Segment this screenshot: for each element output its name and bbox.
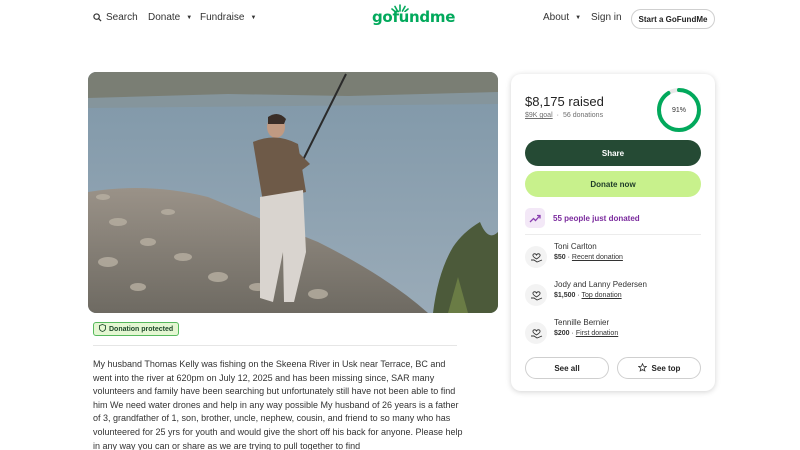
amount-raised-suffix: raised <box>568 94 604 109</box>
start-gofundme-button[interactable]: Start a GoFundMe <box>631 9 715 29</box>
amount-raised: $8,175 raised <box>525 94 604 109</box>
recent-activity-text: 55 people just donated <box>553 213 640 223</box>
search-icon <box>93 13 102 22</box>
donor-tag[interactable]: Recent donation <box>572 254 623 261</box>
heart-hand-icon <box>525 284 547 306</box>
donor-meta: $1,500 · Top donation <box>554 292 622 299</box>
donation-protected-badge: Donation protected <box>93 322 180 336</box>
protected-label: Donation protected <box>109 325 174 333</box>
see-top-label: See top <box>651 363 681 373</box>
amount-raised-value: $8,175 <box>525 94 565 109</box>
donor-amount: $50 <box>554 254 566 261</box>
site-header: Search Donate ▼ Fundraise ▼ gofundme Abo… <box>0 0 800 38</box>
campaign-story: My husband Thomas Kelly was fishing on t… <box>93 359 463 450</box>
about-menu-label: About <box>543 12 570 23</box>
donor-item: Toni Carlton $50 · Recent donation <box>525 242 623 268</box>
trending-up-icon <box>525 208 545 228</box>
share-button[interactable]: Share <box>525 140 701 166</box>
donor-tag[interactable]: First donation <box>576 330 618 337</box>
shield-icon <box>99 324 106 334</box>
star-icon <box>637 362 647 374</box>
campaign-hero-image <box>88 72 498 313</box>
donor-item: Tennille Bernier $200 · First donation <box>525 318 618 344</box>
search-link[interactable]: Search <box>93 12 138 23</box>
donor-tag[interactable]: Top donation <box>582 292 622 299</box>
see-top-button[interactable]: See top <box>617 357 701 379</box>
heart-hand-icon <box>525 322 547 344</box>
donate-menu-label: Donate <box>148 12 181 23</box>
donor-amount: $1,500 <box>554 292 576 299</box>
gofundme-logo[interactable]: gofundme <box>372 8 455 26</box>
donor-name: Toni Carlton <box>554 242 597 251</box>
donor-amount: $200 <box>554 330 570 337</box>
donor-meta: $200 · First donation <box>554 330 619 337</box>
chevron-down-icon: ▼ <box>250 14 257 21</box>
signin-label: Sign in <box>591 12 622 23</box>
donate-menu[interactable]: Donate ▼ <box>148 12 192 23</box>
section-divider <box>93 345 457 346</box>
heart-hand-icon <box>525 246 547 268</box>
search-label: Search <box>106 12 138 23</box>
donate-now-button[interactable]: Donate now <box>525 171 701 197</box>
recent-activity: 55 people just donated <box>525 208 640 228</box>
chevron-down-icon: ▼ <box>186 14 193 21</box>
goal-separator: · <box>556 112 559 119</box>
see-all-button[interactable]: See all <box>525 357 609 379</box>
donation-count: 56 donations <box>562 112 604 119</box>
signin-link[interactable]: Sign in <box>591 12 622 23</box>
donation-card: $8,175 raised $9K goal · 56 donations 91… <box>511 74 715 391</box>
progress-percent: 91% <box>671 106 686 114</box>
fundraise-menu-label: Fundraise <box>200 12 245 23</box>
goal-amount: $9K goal <box>525 112 553 119</box>
card-divider <box>525 234 701 235</box>
donor-name: Jody and Lanny Pedersen <box>554 280 647 289</box>
fundraise-menu[interactable]: Fundraise ▼ <box>200 12 256 23</box>
donor-meta: $50 · Recent donation <box>554 254 623 261</box>
donor-name: Tennille Bernier <box>554 318 610 327</box>
chevron-down-icon: ▼ <box>575 14 582 21</box>
donor-item: Jody and Lanny Pedersen $1,500 · Top don… <box>525 280 647 306</box>
goal-line: $9K goal · 56 donations <box>525 112 603 119</box>
about-menu[interactable]: About ▼ <box>543 12 581 23</box>
